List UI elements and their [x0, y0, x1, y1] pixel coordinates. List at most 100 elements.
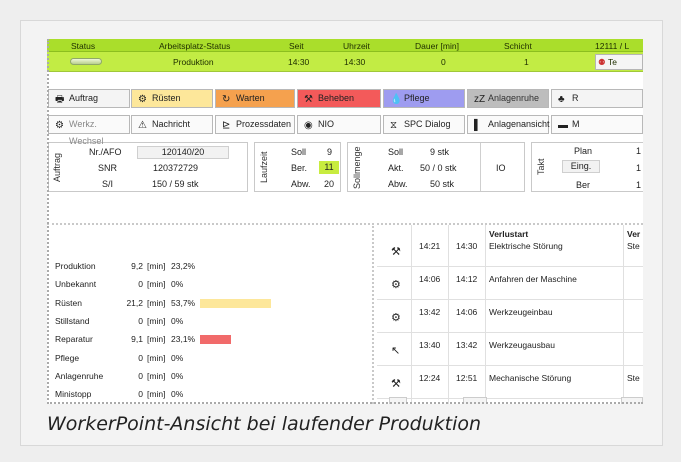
stat-percent: 23,1% — [171, 334, 196, 345]
function-icon: ▬ — [558, 120, 568, 131]
takt-plan-label: Plan — [574, 146, 593, 156]
header-status: Status — [71, 41, 96, 51]
schicht-value: 1 — [524, 57, 529, 67]
stat-name: Produktion — [55, 261, 96, 271]
verlust-row[interactable]: ⚙ 14:06 14:12 Anfahren der Maschine — [377, 270, 643, 300]
sollmenge-abw-value: 50 stk — [430, 179, 455, 189]
function-icon: ⧖ — [390, 120, 398, 131]
function-label: Nachricht — [152, 119, 191, 129]
stat-minutes: 0 — [138, 352, 143, 363]
laufzeit-soll-label: Soll — [291, 147, 307, 157]
laufzeit-panel: Laufzeit Soll 9 Ber. 11 Abw. 20 — [254, 142, 341, 192]
sollmenge-akt-label: Akt. — [388, 163, 404, 173]
function-label: M — [572, 119, 580, 129]
stat-bar — [200, 335, 231, 345]
stat-unit: [min] — [147, 297, 166, 308]
header-id: 12111 / L — [595, 41, 630, 51]
status-rüsten-button[interactable]: ⚙ Rüsten — [131, 89, 213, 108]
verlust-row[interactable]: ⚙ 13:42 14:06 Werkzeugeinbau — [377, 303, 643, 333]
stat-unit: [min] — [147, 334, 166, 345]
status-icon: ⚙ — [138, 94, 147, 105]
header-arbeitsplatz-status: Arbeitsplatz-Status — [159, 41, 231, 51]
stat-percent: 53,7% — [171, 297, 196, 308]
status-label: R — [572, 93, 579, 103]
sollmenge-title: Sollmenge — [352, 146, 362, 190]
stat-minutes: 9,2 — [131, 261, 143, 271]
takt-value-2: 1 — [636, 163, 642, 173]
verlust-extra: Ste — [627, 241, 640, 251]
stat-minutes: 9,1 — [131, 334, 143, 345]
function-nachricht-button[interactable]: ⚠ Nachricht — [131, 115, 213, 134]
status-icon: 💧 — [390, 94, 403, 105]
status-pflege-button[interactable]: 💧 Pflege — [383, 89, 465, 108]
figure-frame: Status Arbeitsplatz-Status Seit Uhrzeit … — [20, 20, 663, 446]
verlust-to: 14:30 — [456, 241, 478, 251]
function-prozessdaten-button[interactable]: ⊵ Prozessdaten — [215, 115, 295, 134]
verlust-row[interactable]: ↖ 13:40 13:42 Werkzeugausbau — [377, 336, 643, 366]
status-values: Produktion 14:30 14:30 0 1 ⚉ Te — [47, 52, 643, 72]
status-label: Warten — [236, 93, 265, 103]
status-header: Status Arbeitsplatz-Status Seit Uhrzeit … — [47, 39, 643, 52]
verlust-text: Werkzeugeinbau — [489, 307, 553, 317]
verlust-row[interactable]: ⚒ 14:21 14:30 Elektrische Störung Ste — [377, 237, 643, 267]
sollmenge-soll-label: Soll — [388, 147, 404, 157]
laufzeit-abw-value: 20 — [324, 179, 335, 189]
header-schicht: Schicht — [504, 41, 532, 51]
verlust-row[interactable]: ⚒ 12:24 12:51 Mechanische Störung Ste — [377, 369, 643, 399]
stat-unit: [min] — [147, 279, 166, 290]
function-spcdialog-button[interactable]: ⧖ SPC Dialog — [383, 115, 465, 134]
status-r-button[interactable]: ♣ R — [551, 89, 643, 108]
status-label: Anlagenruhe — [488, 93, 540, 103]
function-m-button[interactable]: ▬ M — [551, 115, 643, 134]
arbeitsplatz-status-value: Produktion — [173, 57, 214, 67]
laufzeit-title: Laufzeit — [259, 151, 269, 183]
laufzeit-ber-value: 11 — [319, 161, 339, 174]
stat-unit: [min] — [147, 352, 166, 363]
status-warten-button[interactable]: ↻ Warten — [215, 89, 295, 108]
stat-unit: [min] — [147, 315, 166, 326]
verlust-text: Werkzeugausbau — [489, 340, 555, 350]
list-scroll-button[interactable] — [463, 397, 487, 404]
workerpoint-screenshot: Status Arbeitsplatz-Status Seit Uhrzeit … — [47, 39, 643, 404]
function-werkzwechsel-button[interactable]: ⚙ Werkz. Wechsel — [48, 115, 130, 146]
sollmenge-soll-value: 9 stk — [430, 147, 450, 157]
status-auftrag-button[interactable]: 🖶 Auftrag — [48, 89, 130, 108]
snr-label: SNR — [98, 163, 118, 173]
status-label: Beheben — [318, 93, 355, 103]
takt-ber-label: Ber — [576, 180, 591, 190]
status-anlagenruhe-button[interactable]: zZ Anlagenruhe — [467, 89, 549, 108]
function-label: SPC Dialog — [404, 119, 451, 129]
verlust-text: Anfahren der Maschine — [489, 274, 577, 284]
list-nav-button[interactable] — [389, 397, 407, 404]
laufzeit-ber-label: Ber. — [291, 163, 308, 173]
takt-eing-button[interactable]: Eing. — [562, 160, 600, 173]
function-anlagenansicht-button[interactable]: ▌ Anlagenansicht — [467, 115, 550, 134]
stat-unit: [min] — [147, 261, 166, 271]
stat-name: Reparatur — [55, 334, 93, 345]
stat-percent: 0% — [171, 352, 184, 363]
status-beheben-button[interactable]: ⚒ Beheben — [297, 89, 381, 108]
list-more-button[interactable] — [621, 397, 643, 404]
header-uhrzeit: Uhrzeit — [343, 41, 370, 51]
function-label: Prozessdaten — [236, 119, 292, 129]
stat-percent: 0% — [171, 279, 184, 290]
stat-unit: [min] — [147, 370, 166, 381]
stat-name: Ministopp — [55, 389, 92, 400]
verlust-from: 13:40 — [419, 340, 441, 350]
verlust-text: Elektrische Störung — [489, 241, 563, 251]
function-icon: ⚙ — [55, 120, 64, 131]
status-icon: 🖶 — [55, 94, 65, 105]
verlust-icon: ↖ — [391, 345, 401, 357]
sollmenge-panel: Sollmenge Soll 9 stk Akt. 50 / 0 stk Abw… — [347, 142, 525, 192]
function-nio-button[interactable]: ◉ NIO — [297, 115, 381, 134]
function-icon: ◉ — [304, 120, 313, 131]
stat-name: Anlagenruhe — [55, 370, 104, 381]
stat-bar — [200, 298, 272, 308]
function-icon: ⚠ — [138, 120, 147, 131]
stat-minutes: 0 — [138, 279, 143, 290]
team-button[interactable]: ⚉ Te — [595, 54, 643, 70]
function-label: Anlagenansicht — [488, 119, 550, 129]
verlust-to: 13:42 — [456, 340, 478, 350]
takt-panel: Takt Plan Eing. Ber 1 1 1 — [531, 142, 643, 192]
team-label: Te — [608, 57, 617, 67]
